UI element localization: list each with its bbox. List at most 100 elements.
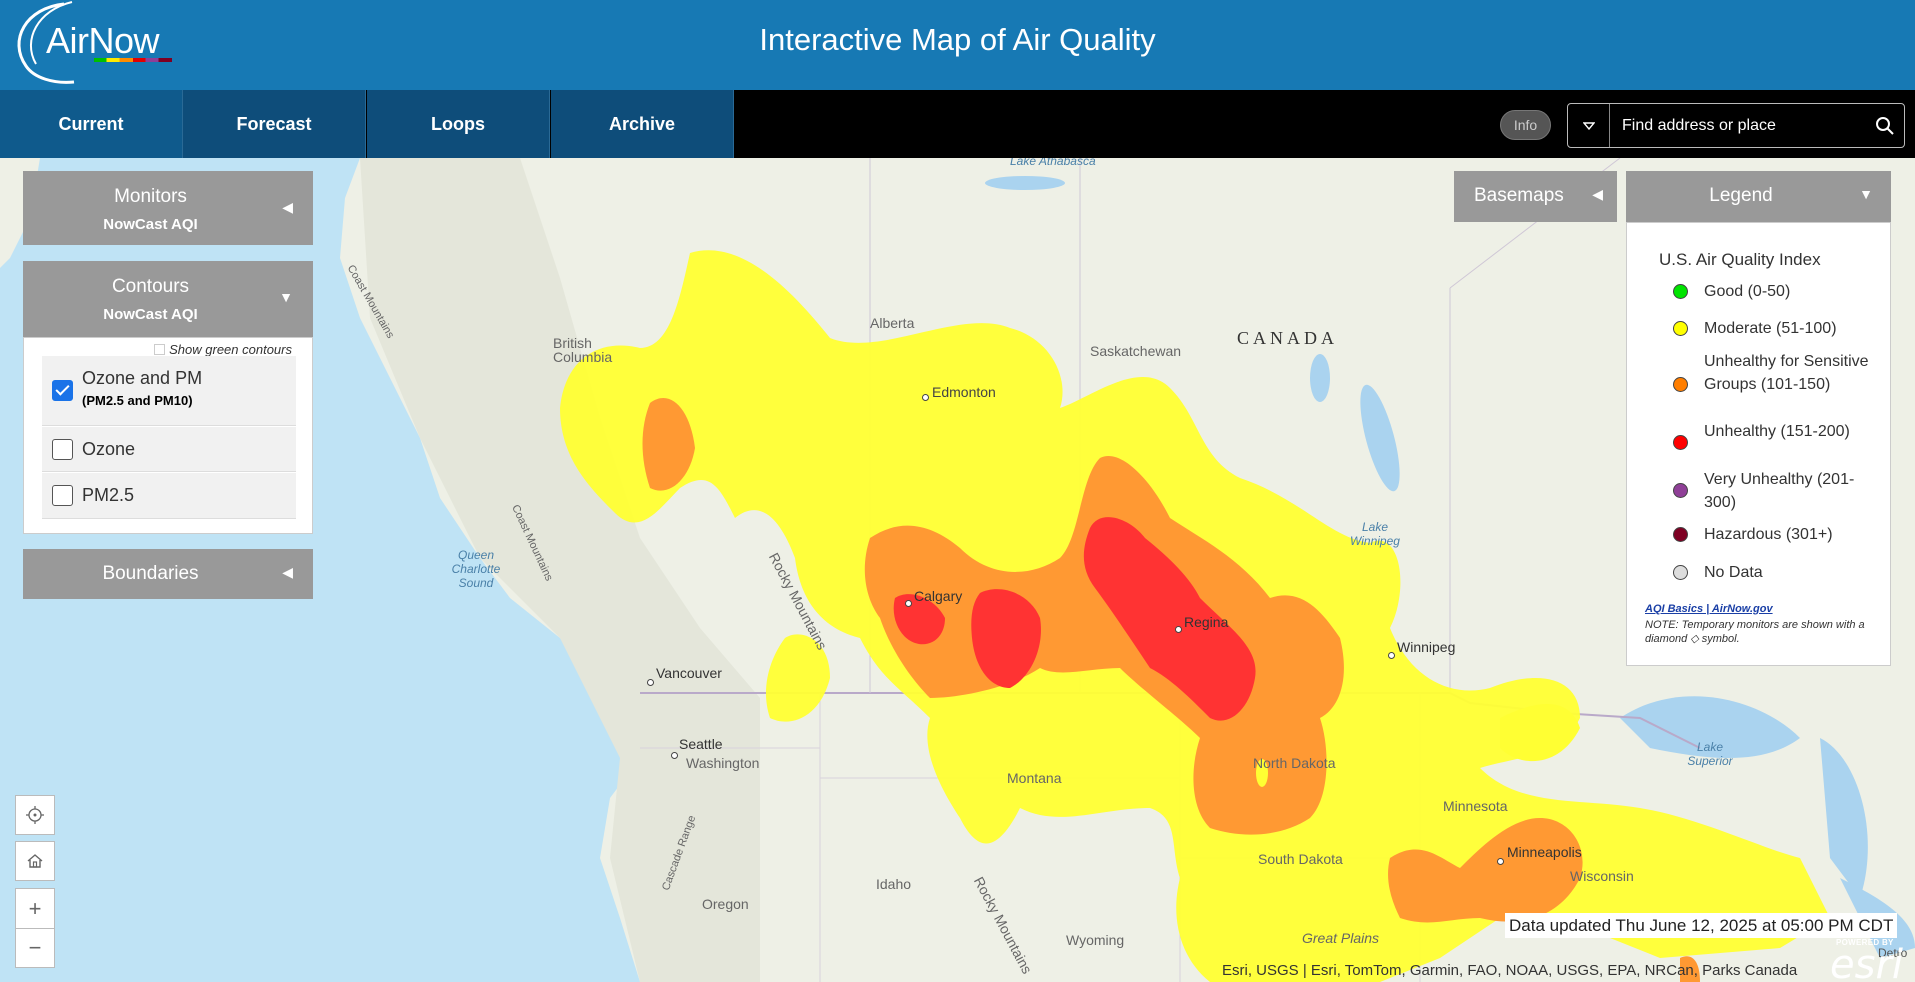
collapse-left-arrow-icon: ◀ (282, 199, 293, 215)
legend-dot-moderate (1673, 321, 1688, 336)
search-icon[interactable] (1874, 115, 1896, 137)
contours-panel-body: Show green contours Ozone and PM (PM2.5 … (23, 337, 313, 534)
pm25-checkbox[interactable] (52, 485, 73, 506)
legend-heading: U.S. Air Quality Index (1659, 250, 1821, 269)
ozone-and-pm-label: Ozone and PM (82, 368, 203, 388)
label-vancouver: Vancouver (656, 665, 722, 681)
legend-panel-body: U.S. Air Quality Index Good (0-50) Moder… (1626, 222, 1891, 666)
city-dot-minneapolis (1497, 858, 1504, 865)
label-canada: CANADA (1237, 328, 1339, 348)
show-green-contours-toggle[interactable]: Show green contours (154, 342, 292, 357)
page-title: Interactive Map of Air Quality (0, 22, 1915, 58)
tab-current[interactable]: Current (0, 90, 183, 158)
legend-dot-usg (1673, 377, 1688, 392)
boundaries-panel-header[interactable]: Boundaries ◀ (23, 549, 313, 599)
legend-label-good: Good (0-50) (1704, 283, 1791, 300)
city-dot-seattle (671, 752, 678, 759)
label-queen-charlotte-sound: Queen Charlotte Sound (451, 548, 501, 590)
tab-forecast[interactable]: Forecast (183, 90, 366, 158)
ozone-and-pm-checkbox[interactable] (52, 380, 73, 401)
label-great-plains: Great Plains (1302, 930, 1380, 946)
ozone-label: Ozone (82, 439, 136, 459)
contours-subtitle: NowCast AQI (103, 306, 198, 323)
data-updated-timestamp: Data updated Thu June 12, 2025 at 05:00 … (1505, 913, 1898, 938)
label-winnipeg: Winnipeg (1397, 639, 1456, 655)
zoom-out-button[interactable]: − (15, 928, 55, 968)
expand-down-arrow-icon: ▼ (279, 289, 293, 305)
layer-row-ozone-and-pm[interactable]: Ozone and PM (PM2.5 and PM10) (42, 356, 296, 426)
city-dot-winnipeg (1388, 652, 1395, 659)
label-edmonton: Edmonton (932, 384, 996, 400)
esri-wordmark: esri (1830, 942, 1904, 982)
label-lake-winnipeg: Lake Winnipeg (1350, 520, 1400, 548)
search-box (1567, 103, 1905, 148)
legend-dot-very-unhealthy (1673, 483, 1688, 498)
search-source-dropdown[interactable] (1568, 104, 1610, 147)
home-button[interactable] (15, 841, 55, 881)
aqi-basics-link[interactable]: AQI Basics | AirNow.gov (1645, 603, 1773, 615)
ozone-checkbox[interactable] (52, 439, 73, 460)
zoom-in-button[interactable]: + (15, 888, 55, 928)
caret-down-icon (1582, 121, 1595, 130)
label-minneapolis: Minneapolis (1507, 844, 1582, 860)
label-lake-athabasca: Lake Athabasca (1010, 158, 1096, 168)
label-seattle: Seattle (679, 736, 723, 752)
header: AirNow Interactive Map of Air Quality (0, 0, 1915, 90)
page-title-text: Interactive Map of Air Quality (759, 22, 1156, 57)
legend-label-unhealthy: Unhealthy (151-200) (1704, 423, 1850, 440)
legend-label-very-unhealthy: Very Unhealthy (201-300) (1704, 471, 1855, 511)
label-washington: Washington (686, 755, 760, 771)
tab-loops[interactable]: Loops (367, 90, 550, 158)
collapse-left-arrow-icon: ◀ (1592, 186, 1603, 202)
label-montana: Montana (1007, 770, 1062, 786)
basemaps-title: Basemaps (1474, 185, 1564, 206)
tab-archive[interactable]: Archive (551, 90, 734, 158)
app-root: AirNow Interactive Map of Air Quality Cu… (0, 0, 1915, 982)
legend-label-moderate: Moderate (51-100) (1704, 320, 1837, 337)
legend-label-hazardous: Hazardous (301+) (1704, 526, 1833, 543)
monitors-panel-header[interactable]: Monitors NowCast AQI ◀ (23, 171, 313, 245)
legend-note: NOTE: Temporary monitors are shown with … (1645, 619, 1865, 645)
logo-color-bar (94, 58, 172, 62)
contours-panel-header[interactable]: Contours NowCast AQI ▼ (23, 261, 313, 337)
plus-icon: + (28, 895, 42, 921)
boundaries-title: Boundaries (102, 563, 199, 584)
green-contours-label: Show green contours (169, 342, 292, 357)
contours-title: Contours (111, 276, 190, 297)
locate-button[interactable] (15, 795, 55, 835)
esri-logo: POWERED BY esri (1830, 936, 1910, 982)
label-wyoming: Wyoming (1066, 932, 1125, 948)
expand-down-arrow-icon: ▼ (1859, 186, 1873, 202)
monitors-subtitle: NowCast AQI (103, 216, 198, 233)
legend-dot-good (1673, 284, 1688, 299)
green-contours-checkbox[interactable] (154, 344, 166, 355)
legend-panel-header[interactable]: Legend ▼ (1626, 171, 1891, 222)
search-input[interactable] (1612, 104, 1862, 147)
legend-title: Legend (1709, 185, 1773, 206)
monitors-title: Monitors (114, 186, 187, 207)
label-north-dakota: North Dakota (1253, 755, 1336, 771)
home-icon (27, 854, 43, 868)
legend-label-usg: Unhealthy for Sensitive Groups (101-150) (1704, 353, 1869, 393)
collapse-left-arrow-icon: ◀ (282, 564, 293, 580)
label-alberta: Alberta (870, 315, 915, 331)
label-idaho: Idaho (876, 876, 912, 892)
layer-row-ozone[interactable]: Ozone (42, 427, 296, 472)
label-south-dakota: South Dakota (1258, 851, 1343, 867)
city-dot-vancouver (647, 679, 654, 686)
legend-label-no-data: No Data (1704, 564, 1763, 581)
layer-row-pm25[interactable]: PM2.5 (42, 473, 296, 519)
label-oregon: Oregon (702, 896, 749, 912)
label-regina: Regina (1184, 614, 1229, 630)
locate-icon (26, 806, 44, 824)
label-calgary: Calgary (914, 588, 963, 604)
info-button[interactable]: Info (1500, 110, 1551, 140)
minus-icon: − (28, 935, 42, 960)
label-british-columbia: British Columbia (553, 335, 613, 365)
legend-dot-unhealthy (1673, 435, 1688, 450)
legend-dot-no-data (1673, 565, 1688, 580)
label-minnesota: Minnesota (1443, 798, 1508, 814)
basemaps-panel-header[interactable]: Basemaps ◀ (1454, 171, 1617, 222)
label-wisconsin: Wisconsin (1570, 868, 1634, 884)
map-attribution: Esri, USGS | Esri, TomTom, Garmin, FAO, … (1222, 962, 1798, 979)
